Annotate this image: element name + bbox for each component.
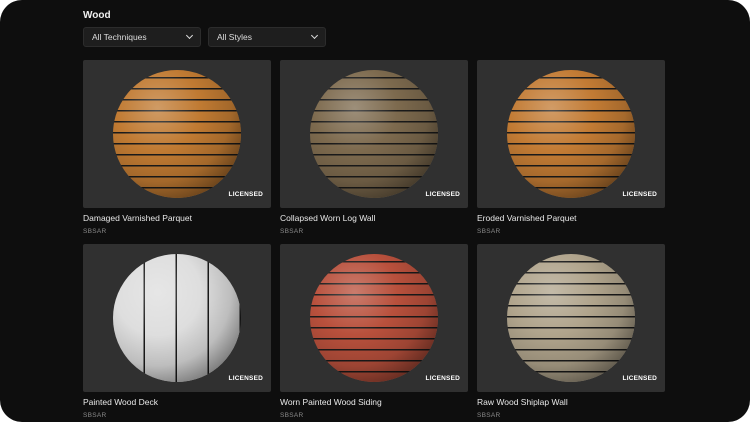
material-name[interactable]: Painted Wood Deck xyxy=(83,397,271,407)
material-sphere-preview xyxy=(507,70,635,198)
material-sphere-preview xyxy=(113,254,241,382)
material-thumbnail[interactable]: LICENSED xyxy=(477,244,665,392)
material-sphere-preview xyxy=(310,70,438,198)
material-thumbnail[interactable]: LICENSED xyxy=(280,60,468,208)
material-type: SBSAR xyxy=(477,412,501,419)
material-thumbnail[interactable]: LICENSED xyxy=(83,244,271,392)
material-name[interactable]: Raw Wood Shiplap Wall xyxy=(477,397,665,407)
material-thumbnail[interactable]: LICENSED xyxy=(477,60,665,208)
licensed-badge: LICENSED xyxy=(622,191,657,198)
material-type: SBSAR xyxy=(83,228,107,235)
material-card[interactable]: LICENSED Eroded Varnished Parquet SBSAR xyxy=(477,60,665,235)
materials-panel: Wood All Techniques All Styles LICENSED … xyxy=(0,0,750,422)
material-sphere-preview xyxy=(507,254,635,382)
styles-dropdown[interactable]: All Styles xyxy=(208,27,326,47)
styles-dropdown-label: All Styles xyxy=(217,32,252,42)
material-name[interactable]: Collapsed Worn Log Wall xyxy=(280,213,468,223)
material-type: SBSAR xyxy=(280,228,304,235)
techniques-dropdown-label: All Techniques xyxy=(92,32,147,42)
techniques-dropdown[interactable]: All Techniques xyxy=(83,27,201,47)
material-sphere-preview xyxy=(310,254,438,382)
material-name[interactable]: Worn Painted Wood Siding xyxy=(280,397,468,407)
material-name[interactable]: Eroded Varnished Parquet xyxy=(477,213,665,223)
licensed-badge: LICENSED xyxy=(228,191,263,198)
material-type: SBSAR xyxy=(280,412,304,419)
licensed-badge: LICENSED xyxy=(425,191,460,198)
material-thumbnail[interactable]: LICENSED xyxy=(83,60,271,208)
licensed-badge: LICENSED xyxy=(228,375,263,382)
material-card[interactable]: LICENSED Painted Wood Deck SBSAR xyxy=(83,244,271,419)
material-card[interactable]: LICENSED Worn Painted Wood Siding SBSAR xyxy=(280,244,468,419)
licensed-badge: LICENSED xyxy=(425,375,460,382)
material-type: SBSAR xyxy=(477,228,501,235)
material-name[interactable]: Damaged Varnished Parquet xyxy=(83,213,271,223)
material-thumbnail[interactable]: LICENSED xyxy=(280,244,468,392)
chevron-down-icon xyxy=(310,31,319,40)
material-type: SBSAR xyxy=(83,412,107,419)
chevron-down-icon xyxy=(185,31,194,40)
licensed-badge: LICENSED xyxy=(622,375,657,382)
category-title: Wood xyxy=(83,10,111,21)
material-card[interactable]: LICENSED Raw Wood Shiplap Wall SBSAR xyxy=(477,244,665,419)
material-card[interactable]: LICENSED Damaged Varnished Parquet SBSAR xyxy=(83,60,271,235)
material-sphere-preview xyxy=(113,70,241,198)
material-card[interactable]: LICENSED Collapsed Worn Log Wall SBSAR xyxy=(280,60,468,235)
